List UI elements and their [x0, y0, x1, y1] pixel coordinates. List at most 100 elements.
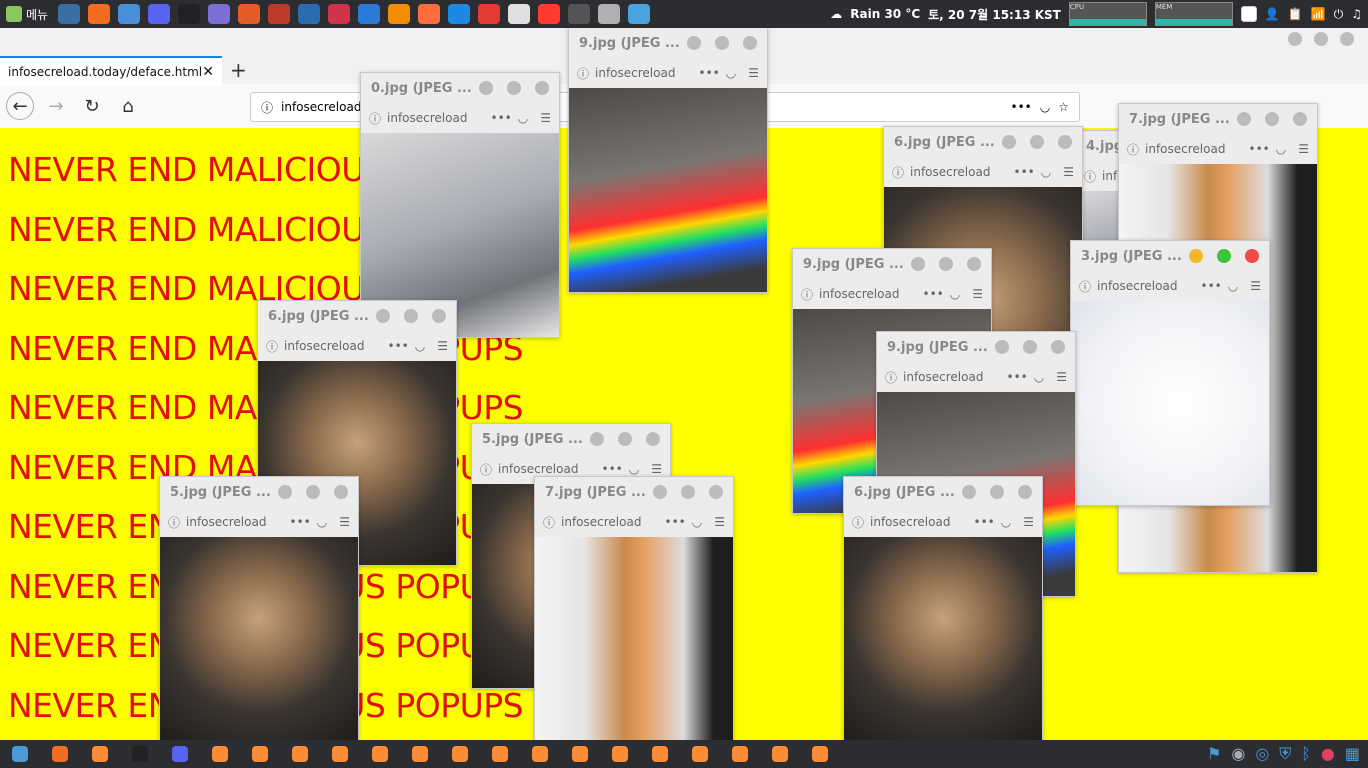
- pocket-icon[interactable]: ◡: [726, 66, 736, 80]
- popup-address-bar[interactable]: ⓘ infosecreload ••• ◡ ☰: [844, 507, 1042, 537]
- active-tab[interactable]: infosecreload.today/deface.html ✕: [0, 56, 222, 86]
- taskbar-app-icon[interactable]: [452, 746, 468, 762]
- popup-address-bar[interactable]: ⓘ infosecreload ••• ◡ ☰: [793, 279, 991, 309]
- taskbar-app-icon[interactable]: [612, 746, 628, 762]
- page-actions-icon[interactable]: •••: [1011, 100, 1032, 114]
- page-actions-icon[interactable]: •••: [665, 515, 686, 529]
- launcher-icon[interactable]: [328, 4, 351, 24]
- popup-titlebar[interactable]: 7.jpg (JPEG ...: [535, 477, 733, 507]
- taskbar-app-icon[interactable]: [372, 746, 388, 762]
- menu-icon[interactable]: ☰: [1250, 279, 1261, 293]
- info-icon[interactable]: ⓘ: [261, 99, 273, 116]
- taskbar-app-icon[interactable]: [92, 746, 108, 762]
- info-icon[interactable]: ⓘ: [266, 338, 278, 355]
- popup-minimize-button[interactable]: [995, 340, 1009, 354]
- taskbar-app-icon[interactable]: [52, 746, 68, 762]
- image-popup-window[interactable]: 0.jpg (JPEG ... ⓘ infosecreload ••• ◡ ☰: [360, 72, 560, 338]
- popup-maximize-button[interactable]: [1030, 135, 1044, 149]
- info-icon[interactable]: ⓘ: [892, 164, 904, 181]
- info-icon[interactable]: ⓘ: [885, 369, 897, 386]
- page-actions-icon[interactable]: •••: [1007, 370, 1028, 384]
- pocket-icon[interactable]: ◡: [518, 111, 528, 125]
- bookmark-star-icon[interactable]: ☆: [1058, 100, 1069, 114]
- popup-maximize-button[interactable]: [715, 36, 729, 50]
- menu-icon[interactable]: ☰: [748, 66, 759, 80]
- page-actions-icon[interactable]: •••: [1014, 165, 1035, 179]
- info-icon[interactable]: ⓘ: [1127, 141, 1139, 158]
- launcher-icon[interactable]: [508, 4, 531, 24]
- page-actions-icon[interactable]: •••: [1249, 142, 1270, 156]
- launcher-icon[interactable]: [448, 4, 471, 24]
- page-actions-icon[interactable]: •••: [388, 339, 409, 353]
- popup-minimize-button[interactable]: [911, 257, 925, 271]
- popup-close-button[interactable]: [1018, 485, 1032, 499]
- popup-maximize-button[interactable]: [507, 81, 521, 95]
- back-button[interactable]: ←: [6, 92, 34, 120]
- popup-close-button[interactable]: [334, 485, 348, 499]
- taskbar-app-icon[interactable]: [572, 746, 588, 762]
- menu-icon[interactable]: ☰: [1023, 515, 1034, 529]
- popup-titlebar[interactable]: 0.jpg (JPEG ...: [361, 73, 559, 103]
- page-actions-icon[interactable]: •••: [974, 515, 995, 529]
- popup-minimize-button[interactable]: [590, 432, 604, 446]
- app-menu-button[interactable]: 메뉴: [0, 6, 54, 23]
- tab-close-icon[interactable]: ✕: [202, 64, 214, 80]
- popup-titlebar[interactable]: 3.jpg (JPEG ...: [1071, 241, 1269, 271]
- menu-icon[interactable]: ☰: [1063, 165, 1074, 179]
- popup-maximize-button[interactable]: [404, 309, 418, 323]
- popup-maximize-button[interactable]: [1265, 112, 1279, 126]
- flag-icon[interactable]: ⚑: [1207, 744, 1221, 764]
- menu-icon[interactable]: ☰: [1298, 142, 1309, 156]
- taskbar-app-icon[interactable]: [692, 746, 708, 762]
- taskbar-app-icon[interactable]: [292, 746, 308, 762]
- popup-close-button[interactable]: [432, 309, 446, 323]
- popup-titlebar[interactable]: 6.jpg (JPEG ...: [258, 301, 456, 331]
- popup-maximize-button[interactable]: [1023, 340, 1037, 354]
- record-icon[interactable]: ●: [1321, 744, 1335, 764]
- popup-maximize-button[interactable]: [681, 485, 695, 499]
- popup-titlebar[interactable]: 9.jpg (JPEG ...: [793, 249, 991, 279]
- popup-minimize-button[interactable]: [687, 36, 701, 50]
- info-icon[interactable]: ⓘ: [168, 514, 180, 531]
- info-icon[interactable]: ⓘ: [801, 286, 813, 303]
- shield-icon[interactable]: ⛨: [1279, 744, 1291, 764]
- menu-icon[interactable]: ☰: [651, 462, 662, 476]
- popup-close-button[interactable]: [1051, 340, 1065, 354]
- launcher-icon[interactable]: [178, 4, 201, 24]
- pocket-icon[interactable]: ◡: [1276, 142, 1286, 156]
- launcher-icon[interactable]: [388, 4, 411, 24]
- forward-button[interactable]: →: [42, 92, 70, 120]
- popup-titlebar[interactable]: 9.jpg (JPEG ...: [569, 28, 767, 58]
- image-popup-window[interactable]: 9.jpg (JPEG ... ⓘ infosecreload ••• ◡ ☰: [568, 27, 768, 293]
- taskbar-app-icon[interactable]: [172, 746, 188, 762]
- menu-icon[interactable]: ☰: [1056, 370, 1067, 384]
- power-icon[interactable]: ⏻: [1334, 7, 1344, 22]
- image-popup-window[interactable]: 5.jpg (JPEG ... ⓘ infosecreload ••• ◡ ☰: [159, 476, 359, 742]
- page-actions-icon[interactable]: •••: [699, 66, 720, 80]
- pocket-icon[interactable]: ◡: [415, 339, 425, 353]
- taskbar-app-icon[interactable]: [652, 746, 668, 762]
- menu-icon[interactable]: ☰: [339, 515, 350, 529]
- weather-text[interactable]: Rain 30 °C: [850, 7, 920, 21]
- pocket-icon[interactable]: ◡: [1041, 165, 1051, 179]
- launcher-icon[interactable]: [298, 4, 321, 24]
- popup-address-bar[interactable]: ⓘ infosecreload ••• ◡ ☰: [361, 103, 559, 133]
- page-actions-icon[interactable]: •••: [602, 462, 623, 476]
- info-icon[interactable]: ⓘ: [480, 461, 492, 478]
- launcher-icon[interactable]: [418, 4, 441, 24]
- popup-close-button[interactable]: [967, 257, 981, 271]
- page-actions-icon[interactable]: •••: [491, 111, 512, 125]
- pocket-icon[interactable]: ◡: [1040, 100, 1050, 114]
- launcher-icon[interactable]: [238, 4, 261, 24]
- maximize-button[interactable]: [1314, 32, 1328, 46]
- menu-icon[interactable]: ☰: [437, 339, 448, 353]
- popup-minimize-button[interactable]: [376, 309, 390, 323]
- pocket-icon[interactable]: ◡: [317, 515, 327, 529]
- popup-close-button[interactable]: [1293, 112, 1307, 126]
- info-icon[interactable]: ⓘ: [1079, 278, 1091, 295]
- user-icon[interactable]: 👤: [1265, 7, 1280, 21]
- popup-minimize-button[interactable]: [479, 81, 493, 95]
- popup-minimize-button[interactable]: [653, 485, 667, 499]
- popup-maximize-button[interactable]: [939, 257, 953, 271]
- launcher-icon[interactable]: [268, 4, 291, 24]
